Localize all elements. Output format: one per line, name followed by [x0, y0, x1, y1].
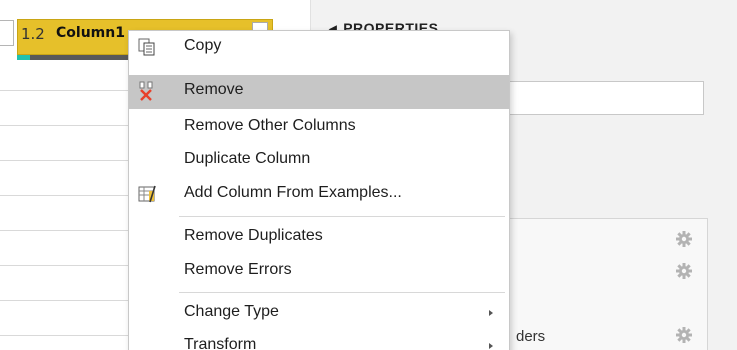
menu-separator	[179, 216, 505, 217]
menu-item-label: Change Type	[184, 303, 279, 320]
menu-item-remove[interactable]: Remove	[129, 75, 509, 109]
column-name: Column1	[56, 25, 125, 41]
submenu-arrow-icon	[489, 310, 493, 316]
menu-item-label: Duplicate Column	[184, 150, 311, 167]
previous-column-header[interactable]	[0, 20, 14, 46]
step-settings-gear-icon[interactable]	[675, 230, 693, 248]
column-quality-valid-segment	[17, 55, 30, 60]
menu-item-remove-duplicates[interactable]: Remove Duplicates	[129, 221, 509, 255]
submenu-arrow-icon	[489, 343, 493, 349]
column-context-menu: Copy Remove Remove Other Columns Duplica…	[128, 30, 510, 350]
step-settings-gear-icon[interactable]	[675, 262, 693, 280]
menu-item-label: Transform	[184, 336, 257, 350]
applied-step-label: ders	[516, 328, 546, 345]
add-column-from-examples-icon	[138, 185, 156, 203]
step-settings-gear-icon[interactable]	[675, 326, 693, 344]
menu-item-transform[interactable]: Transform	[129, 330, 509, 350]
copy-icon	[138, 38, 155, 56]
menu-item-change-type[interactable]: Change Type	[129, 297, 509, 331]
remove-column-icon	[139, 81, 153, 101]
menu-item-label: Remove Other Columns	[184, 117, 356, 134]
menu-item-copy[interactable]: Copy	[129, 31, 509, 65]
menu-item-label: Remove Errors	[184, 261, 292, 278]
column-type-icon[interactable]: 1.2	[21, 25, 45, 43]
query-name-input[interactable]	[501, 81, 704, 115]
applied-step[interactable]	[502, 261, 709, 287]
menu-item-remove-errors[interactable]: Remove Errors	[129, 255, 509, 289]
menu-item-remove-other-columns[interactable]: Remove Other Columns	[129, 111, 509, 145]
menu-item-duplicate-column[interactable]: Duplicate Column	[129, 144, 509, 178]
menu-item-add-column-from-examples[interactable]: Add Column From Examples...	[129, 178, 509, 212]
applied-steps-list: ders	[501, 218, 708, 350]
menu-separator	[179, 292, 505, 293]
applied-step[interactable]: ders	[502, 325, 709, 350]
menu-item-label: Copy	[184, 37, 222, 54]
applied-step[interactable]	[502, 229, 709, 255]
menu-item-label: Remove	[184, 81, 244, 98]
menu-item-label: Remove Duplicates	[184, 227, 323, 244]
menu-item-label: Add Column From Examples...	[184, 184, 402, 201]
